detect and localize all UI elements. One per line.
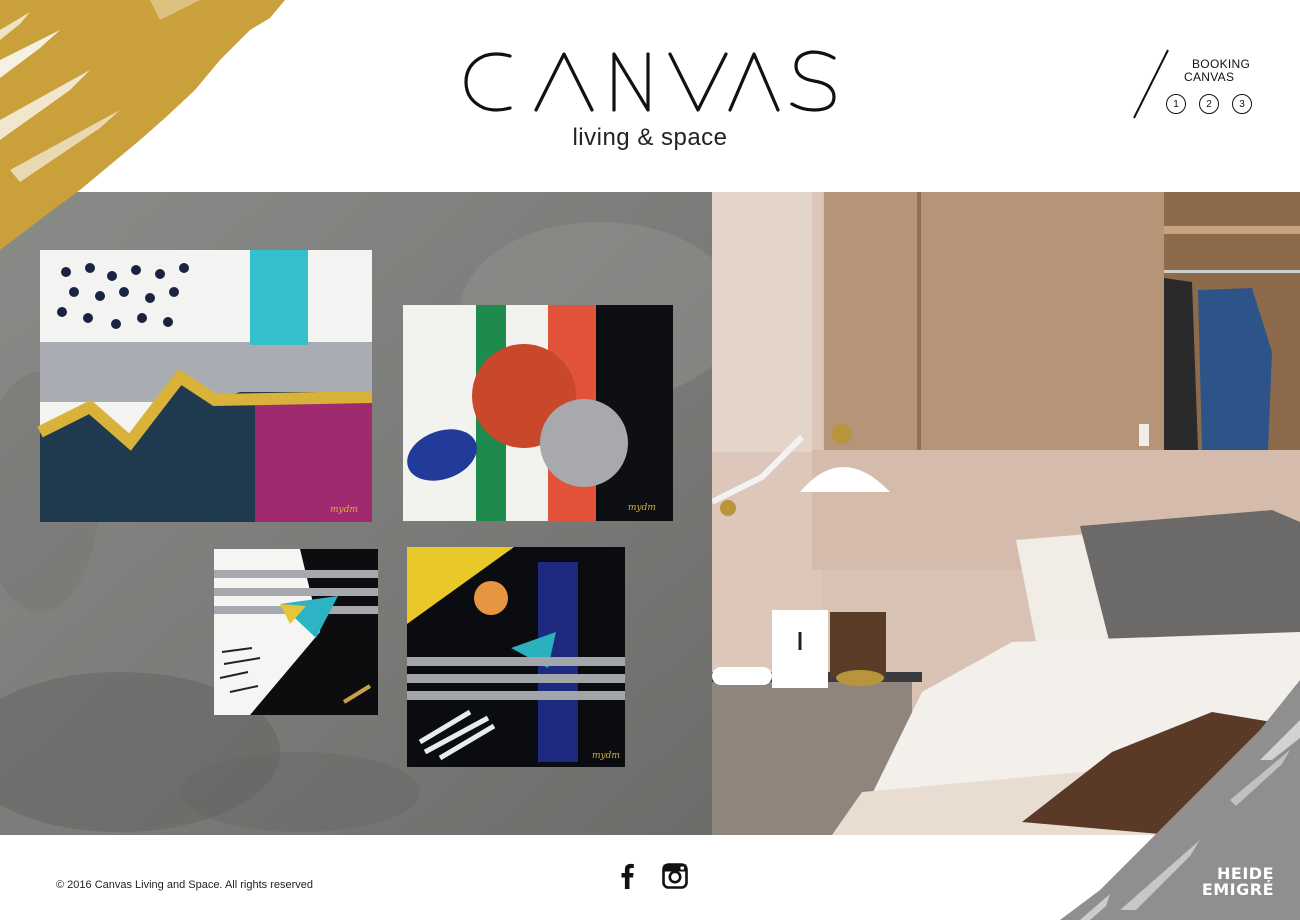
- instagram-icon: [662, 863, 688, 889]
- painting-4-signature: mydm: [592, 751, 620, 761]
- painting-1-signature: mydm: [330, 505, 358, 515]
- social-links: [614, 863, 688, 889]
- booking-widget: BOOKING CANVAS 1 2 3: [1130, 48, 1270, 120]
- painting-2: mydm: [403, 305, 673, 521]
- designer-mark: HEIDE EMIGRÉ: [1202, 866, 1274, 898]
- designer-mark-line2: EMIGRÉ: [1201, 880, 1274, 899]
- brand-tagline: living & space: [572, 124, 728, 151]
- booking-title-line1: BOOKING: [1192, 57, 1251, 71]
- painting-3: [214, 549, 378, 715]
- booking-title[interactable]: BOOKING CANVAS: [1184, 57, 1251, 84]
- paintings-photo: mydm mydm mydm: [0, 192, 712, 835]
- copyright-text: © 2016 Canvas Living and Space. All righ…: [56, 879, 313, 891]
- booking-title-line2: CANVAS: [1184, 70, 1235, 84]
- booking-steps: 1 2 3: [1166, 94, 1252, 114]
- canvas-logotype: [464, 50, 836, 112]
- instagram-link[interactable]: [662, 863, 688, 889]
- booking-step-2[interactable]: 2: [1199, 94, 1219, 114]
- booking-slash-divider: [1133, 49, 1169, 119]
- painting-2-signature: mydm: [628, 503, 656, 513]
- painting-1: mydm: [37, 250, 373, 522]
- facebook-icon: [621, 863, 634, 889]
- painting-4: mydm: [407, 547, 625, 767]
- gold-brush-decoration: [0, 0, 285, 250]
- booking-step-3[interactable]: 3: [1232, 94, 1252, 114]
- facebook-link[interactable]: [614, 863, 640, 889]
- brand-logo[interactable]: living & space: [450, 48, 850, 152]
- booking-step-1[interactable]: 1: [1166, 94, 1186, 114]
